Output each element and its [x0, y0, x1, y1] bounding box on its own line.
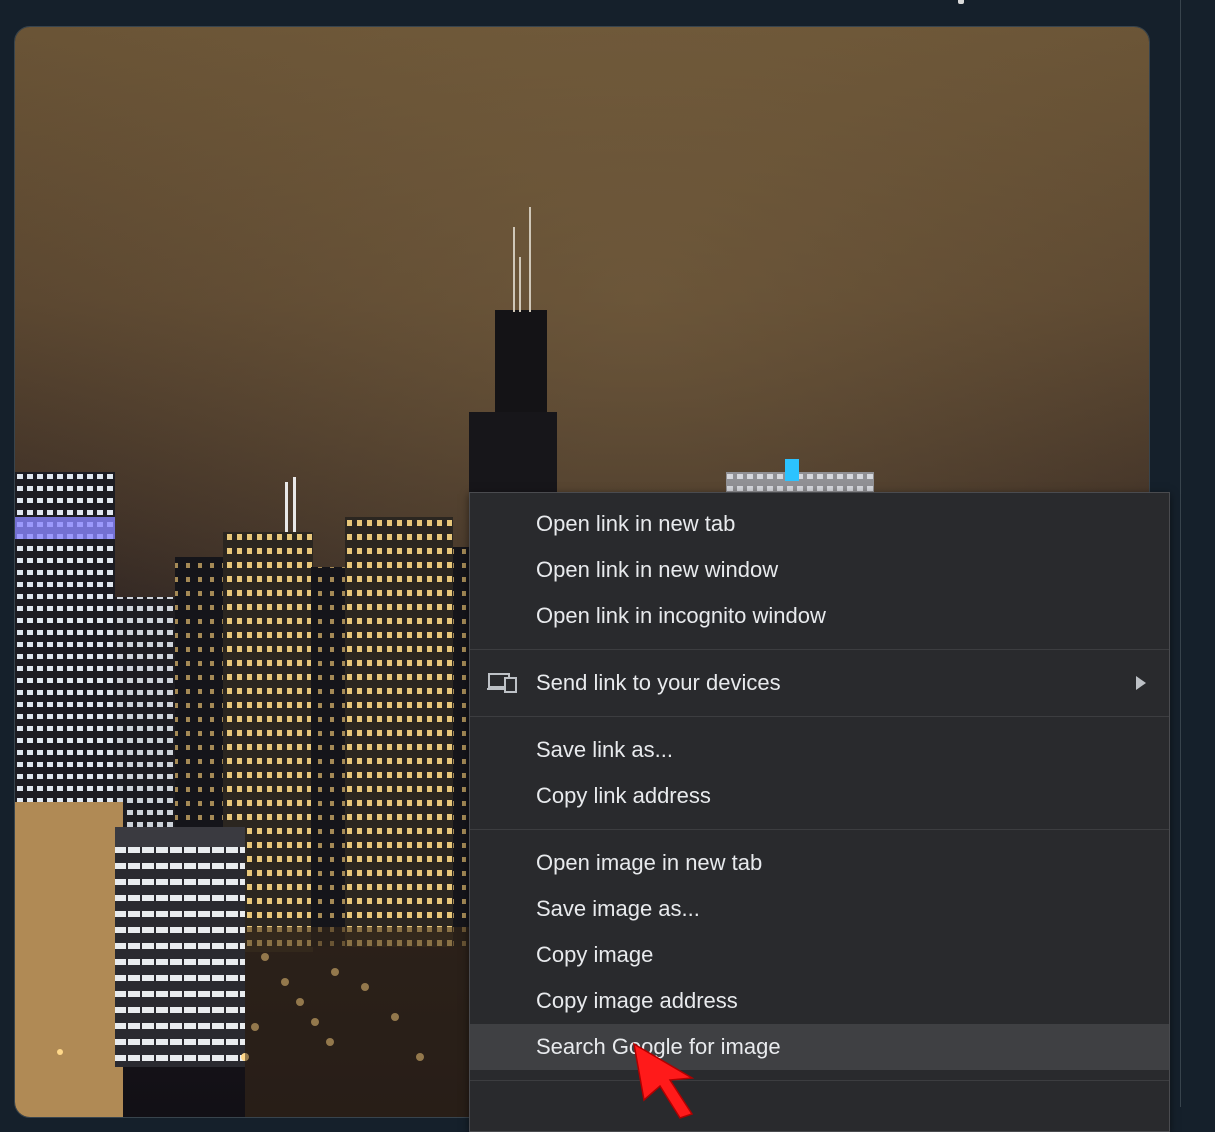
column-divider [1180, 0, 1181, 1107]
menu-item-open-link-new-window[interactable]: Open link in new window [470, 547, 1169, 593]
truncated-glyph [958, 0, 964, 4]
menu-item-open-link-new-tab[interactable]: Open link in new tab [470, 501, 1169, 547]
menu-item-label: Send link to your devices [536, 670, 781, 695]
menu-item-send-link-devices[interactable]: Send link to your devices [470, 660, 1169, 706]
devices-icon [487, 673, 517, 693]
top-bar [0, 0, 1180, 26]
submenu-arrow-icon [1136, 676, 1146, 690]
menu-item-save-link-as[interactable]: Save link as... [470, 727, 1169, 773]
menu-separator [470, 1080, 1169, 1081]
menu-item-open-image-new-tab[interactable]: Open image in new tab [470, 840, 1169, 886]
menu-item-search-google-image[interactable]: Search Google for image [470, 1024, 1169, 1070]
menu-item-copy-image-address[interactable]: Copy image address [470, 978, 1169, 1024]
menu-separator [470, 829, 1169, 830]
menu-item-open-link-incognito[interactable]: Open link in incognito window [470, 593, 1169, 639]
menu-separator [470, 649, 1169, 650]
menu-item-save-image-as[interactable]: Save image as... [470, 886, 1169, 932]
menu-item-copy-image[interactable]: Copy image [470, 932, 1169, 978]
context-menu: Open link in new tab Open link in new wi… [469, 492, 1170, 1132]
menu-separator [470, 716, 1169, 717]
cursor-arrow-icon [632, 1042, 695, 1119]
menu-item-copy-link-address[interactable]: Copy link address [470, 773, 1169, 819]
